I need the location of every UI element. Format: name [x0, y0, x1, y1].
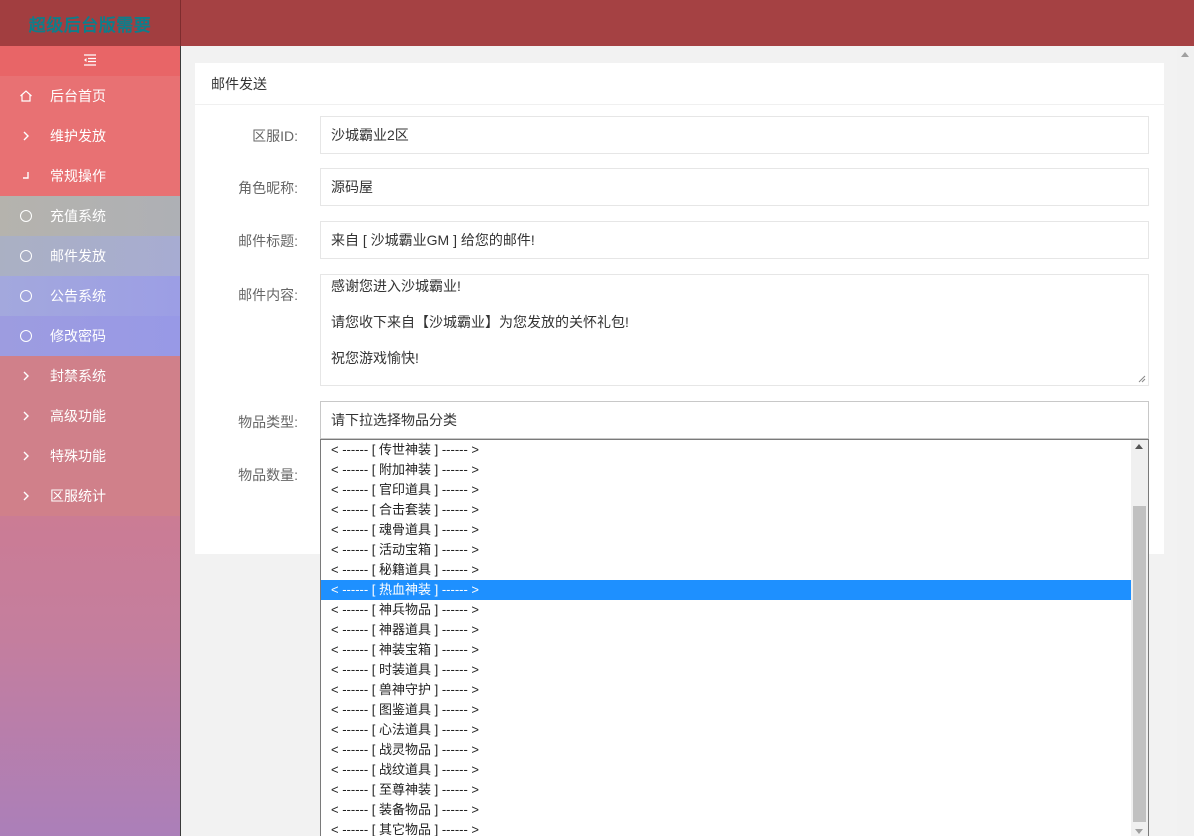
scroll-up-icon[interactable]	[1135, 444, 1143, 449]
app-logo-title[interactable]: 超级后台版需要	[0, 0, 181, 46]
sidebar-item-label: 邮件发放	[50, 248, 106, 264]
circle-icon	[18, 250, 34, 262]
content-line: 祝您游戏愉快!	[331, 350, 419, 366]
content-label: 邮件内容:	[238, 287, 298, 303]
sidebar-item-password[interactable]: 修改密码	[0, 316, 180, 356]
content-line: 请您收下来自【沙城霸业】为您发放的关怀礼包!	[331, 314, 629, 330]
sidebar-item-notice[interactable]: 公告系统	[0, 276, 180, 316]
dropdown-option[interactable]: < ------ [ 魂骨道具 ] ------ >	[321, 520, 1132, 540]
dropdown-option[interactable]: < ------ [ 传世神装 ] ------ >	[321, 440, 1132, 460]
sidebar-item-label: 后台首页	[50, 88, 106, 104]
sidebar-item-label: 维护发放	[50, 128, 106, 144]
chevron-right-icon	[18, 370, 34, 382]
circle-icon	[18, 290, 34, 302]
page-scroll-up-icon[interactable]	[1181, 52, 1189, 57]
dropdown-option[interactable]: < ------ [ 至尊神装 ] ------ >	[321, 780, 1132, 800]
dropdown-option[interactable]: < ------ [ 合击套装 ] ------ >	[321, 500, 1132, 520]
dropdown-option[interactable]: < ------ [ 神兵物品 ] ------ >	[321, 600, 1132, 620]
server-field[interactable]: 沙城霸业2区	[320, 116, 1149, 154]
sidebar-item-label: 充值系统	[50, 208, 106, 224]
page-scrollbar[interactable]	[1177, 46, 1194, 836]
sidebar-item-label: 修改密码	[50, 328, 106, 344]
sidebar-item-general[interactable]: 常规操作	[0, 156, 180, 196]
item-type-dropdown[interactable]: < ------ [ 传世神装 ] ------ > < ------ [ 附加神…	[320, 439, 1149, 836]
subject-field[interactable]: 来自 [ 沙城霸业GM ] 给您的邮件!	[320, 221, 1149, 259]
sidebar-item-label: 特殊功能	[50, 448, 106, 464]
sidebar-item-server-stats[interactable]: 区服统计	[0, 476, 180, 516]
item-qty-label: 物品数量:	[238, 467, 298, 483]
sidebar-item-label: 高级功能	[50, 408, 106, 424]
sidebar-item-label: 常规操作	[50, 168, 106, 184]
dropdown-option[interactable]: < ------ [ 图鉴道具 ] ------ >	[321, 700, 1132, 720]
sidebar: 后台首页 维护发放 常规操作 充值系统 邮件发放 公告系统 修改密码 封禁系统 …	[0, 46, 181, 836]
scroll-down-icon[interactable]	[1135, 829, 1143, 834]
dropdown-option[interactable]: < ------ [ 时装道具 ] ------ >	[321, 660, 1132, 680]
dropdown-option[interactable]: < ------ [ 热血神装 ] ------ >	[321, 580, 1132, 600]
dropdown-option[interactable]: < ------ [ 秘籍道具 ] ------ >	[321, 560, 1132, 580]
item-type-select[interactable]: 请下拉选择物品分类	[320, 401, 1149, 439]
dropdown-option[interactable]: < ------ [ 战纹道具 ] ------ >	[321, 760, 1132, 780]
circle-icon	[18, 210, 34, 222]
role-label: 角色昵称:	[238, 180, 298, 196]
content-line: 感谢您进入沙城霸业!	[331, 278, 461, 294]
sidebar-toggle[interactable]	[0, 46, 180, 76]
dropdown-option[interactable]: < ------ [ 装备物品 ] ------ >	[321, 800, 1132, 820]
dropdown-option[interactable]: < ------ [ 活动宝箱 ] ------ >	[321, 540, 1132, 560]
sidebar-item-special[interactable]: 特殊功能	[0, 436, 180, 476]
item-type-label: 物品类型:	[238, 414, 298, 430]
circle-icon	[18, 330, 34, 342]
sidebar-item-mail[interactable]: 邮件发放	[0, 236, 180, 276]
role-field[interactable]: 源码屋	[320, 168, 1149, 206]
resize-handle-icon[interactable]	[1138, 375, 1146, 383]
dropdown-option[interactable]: < ------ [ 神器道具 ] ------ >	[321, 620, 1132, 640]
sidebar-item-label: 区服统计	[50, 488, 106, 504]
subject-label: 邮件标题:	[238, 233, 298, 249]
server-label: 区服ID:	[252, 128, 298, 144]
dropdown-scrollbar[interactable]	[1131, 440, 1148, 836]
sidebar-item-ban[interactable]: 封禁系统	[0, 356, 180, 396]
dropdown-option[interactable]: < ------ [ 神装宝箱 ] ------ >	[321, 640, 1132, 660]
home-icon	[18, 89, 34, 103]
dropdown-options: < ------ [ 传世神装 ] ------ > < ------ [ 附加神…	[321, 440, 1148, 836]
chevron-right-icon	[18, 450, 34, 462]
chevron-right-icon	[18, 490, 34, 502]
sidebar-item-label: 公告系统	[50, 288, 106, 304]
dropdown-option[interactable]: < ------ [ 战灵物品 ] ------ >	[321, 740, 1132, 760]
chevron-right-icon	[18, 130, 34, 142]
dropdown-option[interactable]: < ------ [ 兽神守护 ] ------ >	[321, 680, 1132, 700]
dropdown-option[interactable]: < ------ [ 附加神装 ] ------ >	[321, 460, 1132, 480]
sidebar-item-maintenance[interactable]: 维护发放	[0, 116, 180, 156]
dropdown-option[interactable]: < ------ [ 官印道具 ] ------ >	[321, 480, 1132, 500]
content-textarea[interactable]: 感谢您进入沙城霸业! 请您收下来自【沙城霸业】为您发放的关怀礼包! 祝您游戏愉快…	[320, 274, 1149, 386]
sidebar-item-advanced[interactable]: 高级功能	[0, 396, 180, 436]
card-title: 邮件发送	[195, 63, 1164, 105]
scroll-thumb[interactable]	[1133, 506, 1146, 822]
sidebar-item-recharge[interactable]: 充值系统	[0, 196, 180, 236]
corner-icon	[18, 170, 34, 182]
sidebar-item-label: 封禁系统	[50, 368, 106, 384]
chevron-right-icon	[18, 410, 34, 422]
menu-fold-icon[interactable]	[83, 53, 97, 69]
sidebar-item-home[interactable]: 后台首页	[0, 76, 180, 116]
dropdown-option[interactable]: < ------ [ 其它物品 ] ------ >	[321, 820, 1132, 836]
dropdown-option[interactable]: < ------ [ 心法道具 ] ------ >	[321, 720, 1132, 740]
